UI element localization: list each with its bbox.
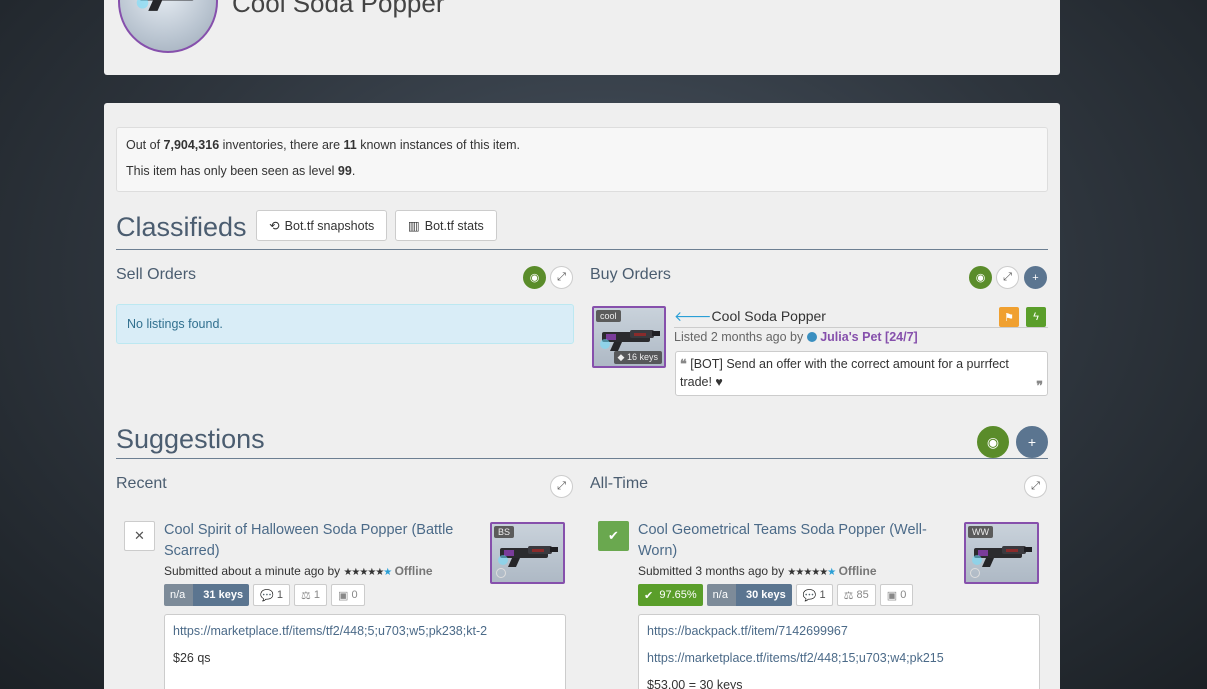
wear-tag: WW — [968, 526, 993, 538]
alltime-suggestion-content: https://backpack.tf/item/7142699967 http… — [638, 614, 1040, 689]
buy-orders-title: Buy Orders — [590, 266, 671, 283]
suggestions-header: Suggestions — [116, 422, 1048, 459]
wear-tag: BS — [494, 526, 515, 538]
votes-pill[interactable]: ⚖ 85 — [836, 584, 876, 606]
expand-icon[interactable]: ⤢ — [1024, 475, 1047, 498]
divider — [674, 327, 1048, 328]
listing-message: ❝ [BOT] Send an offer with the correct a… — [675, 351, 1048, 396]
inventory-count: 7,904,316 — [163, 138, 220, 152]
level-stats: This item has only been seen as level 99… — [126, 164, 356, 178]
history-icon: ⟲ — [269, 219, 280, 233]
comment-icon: 💬 — [260, 589, 274, 602]
unusual-ring — [496, 568, 506, 578]
buy-listing-meta: Listed 2 months ago by Julia's Pet [24/7… — [674, 330, 918, 344]
check-icon: ✔ — [644, 589, 654, 602]
sell-orders-title: Sell Orders — [116, 266, 197, 283]
user-rating: ★★★★★★ — [787, 567, 836, 578]
main-panel: Out of 7,904,316 inventories, there are … — [104, 103, 1060, 689]
trades-pill[interactable]: ▣ 0 — [331, 584, 365, 606]
instance-count: 11 — [343, 138, 357, 152]
no-listings-alert: No listings found. — [116, 304, 574, 344]
item-stats-box: Out of 7,904,316 inventories, there are … — [116, 127, 1048, 192]
bottf-stats-button[interactable]: ▥ Bot.tf stats — [394, 210, 497, 241]
alltime-suggestion-pills: ✔ 97.65% n/a 30 keys 💬 1 ⚖ 85 ▣ 0 — [638, 584, 914, 606]
price-change-pill: n/a 30 keys — [706, 584, 792, 606]
item-header-panel: Cool Soda Popper — [104, 0, 1060, 75]
balance-icon: ⚖ — [843, 589, 854, 602]
source-link[interactable]: https://backpack.tf/item/7142699967 — [647, 624, 1031, 638]
tag-icon: ◆ — [617, 352, 627, 362]
inventory-stats: Out of 7,904,316 inventories, there are … — [126, 138, 521, 152]
recent-title: Recent — [116, 475, 167, 492]
item-title: Cool Soda Popper — [232, 0, 445, 18]
flag-icon[interactable]: ⚑ — [999, 307, 1019, 327]
recent-suggestion-title[interactable]: Cool Spirit of Halloween Soda Popper (Ba… — [164, 520, 484, 562]
expand-icon[interactable]: ⤢ — [550, 475, 573, 498]
trades-pill[interactable]: ▣ 0 — [879, 584, 914, 606]
user-avatar — [806, 332, 817, 342]
quality-tag: cool — [596, 310, 621, 322]
bar-chart-icon: ▥ — [407, 219, 420, 233]
source-link[interactable]: https://marketplace.tf/items/tf2/448;15;… — [647, 651, 1031, 665]
suggestions-title: Suggestions — [116, 424, 265, 454]
bolt-icon[interactable]: ϟ — [1026, 307, 1046, 327]
soda-popper-image — [972, 542, 1034, 568]
times-icon[interactable]: ✕ — [124, 521, 155, 551]
buy-listing-thumbnail[interactable]: cool ◆ 16 keys — [592, 306, 666, 368]
arrow-left-icon: 🡐 — [674, 308, 712, 324]
expand-icon[interactable]: ⤢ — [550, 266, 573, 289]
soda-popper-image — [600, 326, 662, 352]
unusual-ring — [970, 568, 980, 578]
comment-icon: 💬 — [802, 589, 817, 602]
votes-pill[interactable]: ⚖ 1 — [293, 584, 328, 606]
expand-icon[interactable]: ⤢ — [996, 266, 1019, 289]
suggestion-note: $26 qs — [173, 651, 211, 665]
item-level: 99 — [337, 164, 352, 178]
soda-popper-image — [498, 542, 560, 568]
user-status: Offline — [838, 564, 877, 578]
balance-icon: ⚖ — [300, 589, 311, 602]
soda-popper-image — [130, 0, 215, 12]
quote-left-icon: ❝ — [680, 357, 687, 371]
recent-suggestion-pills: n/a 31 keys 💬 1 ⚖ 1 ▣ 0 — [164, 584, 365, 606]
suggestion-note: $53.00 = 30 keys — [647, 678, 743, 689]
seller-username[interactable]: Julia's Pet [24/7] — [820, 330, 917, 344]
accepted-pill: ✔ 97.65% — [638, 584, 703, 606]
buy-listing-title[interactable]: 🡐Cool Soda Popper — [674, 308, 826, 325]
alltime-suggestion-thumbnail[interactable]: WW — [964, 522, 1039, 584]
comments-pill[interactable]: 💬 1 — [253, 584, 290, 606]
user-status: Offline — [394, 564, 433, 578]
plus-icon[interactable]: + — [1016, 426, 1048, 458]
check-icon[interactable]: ✔ — [598, 521, 629, 551]
eye-slash-icon[interactable]: ◉ — [969, 266, 992, 289]
classifieds-header: Classifieds ⟲ Bot.tf snapshots ▥ Bot.tf … — [116, 210, 1048, 250]
source-link[interactable]: https://marketplace.tf/items/tf2/448;5;u… — [173, 624, 557, 638]
recent-suggestion-content: https://marketplace.tf/items/tf2/448;5;u… — [164, 614, 566, 689]
eye-slash-icon[interactable]: ◉ — [977, 426, 1009, 458]
recent-suggestion-meta: Submitted about a minute ago by ★★★★★★ O… — [164, 564, 433, 578]
classifieds-title: Classifieds — [116, 212, 247, 242]
bottf-snapshots-button[interactable]: ⟲ Bot.tf snapshots — [256, 210, 388, 241]
eye-slash-icon[interactable]: ◉ — [523, 266, 546, 289]
user-rating: ★★★★★★ — [343, 567, 392, 578]
briefcase-icon: ▣ — [338, 589, 349, 602]
briefcase-icon: ▣ — [886, 589, 898, 602]
item-image — [118, 0, 218, 53]
alltime-suggestion-meta: Submitted 3 months ago by ★★★★★★ Offline — [638, 564, 877, 578]
price-change-pill: n/a 31 keys — [164, 584, 250, 606]
plus-icon[interactable]: + — [1024, 266, 1047, 289]
price-tag: ◆ 16 keys — [613, 351, 662, 364]
recent-suggestion-thumbnail[interactable]: BS — [490, 522, 565, 584]
quote-right-icon: ❞ — [1036, 379, 1043, 393]
alltime-title: All-Time — [590, 475, 649, 492]
alltime-suggestion-title[interactable]: Cool Geometrical Teams Soda Popper (Well… — [638, 520, 958, 562]
comments-pill[interactable]: 💬 1 — [795, 584, 833, 606]
